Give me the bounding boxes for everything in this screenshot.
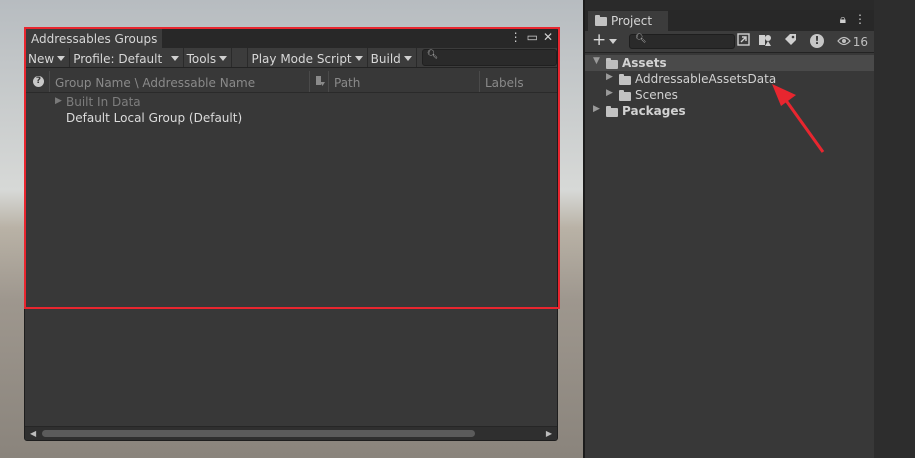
- annotation-arrow: [772, 84, 825, 153]
